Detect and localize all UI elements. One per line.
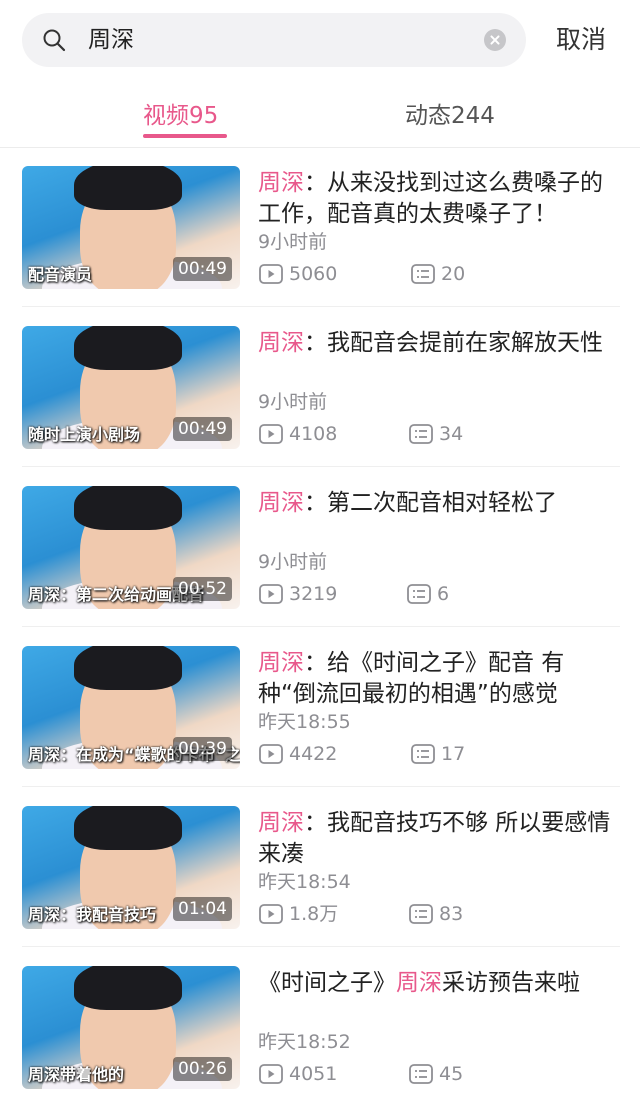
play-count: 4422 [289, 743, 338, 765]
video-duration: 00:26 [173, 1057, 232, 1081]
video-item[interactable]: 周深：在成为“蝶歌的卡布”之前 00:39 周深：给《时间之子》配音 有种“倒流回最… [0, 646, 640, 806]
thumbnail-figure [74, 966, 182, 1010]
thumbnail-caption: 配音演员 [28, 265, 93, 284]
play-icon [259, 264, 283, 284]
item-divider [22, 466, 620, 467]
title-highlight: 周深 [396, 970, 442, 996]
item-divider [22, 786, 620, 787]
play-count: 5060 [289, 263, 338, 285]
video-title[interactable]: 《时间之子》周深采访预告来啦 [258, 968, 618, 999]
comment-count: 20 [441, 263, 466, 285]
title-highlight: 周深 [258, 650, 304, 676]
play-icon [259, 744, 283, 764]
play-icon [259, 584, 283, 604]
comment-icon [407, 584, 431, 604]
video-title[interactable]: 周深：给《时间之子》配音 有种“倒流回最初的相遇”的感觉 [258, 648, 618, 710]
title-text: 采访预告来啦 [442, 970, 580, 996]
video-thumbnail[interactable]: 配音演员 00:49 [22, 166, 240, 289]
play-icon [259, 904, 283, 924]
play-count: 4108 [289, 423, 338, 445]
comment-count: 45 [439, 1063, 464, 1085]
play-icon [259, 424, 283, 444]
video-thumbnail[interactable]: 随时上演小剧场 00:49 [22, 326, 240, 449]
video-time: 昨天18:54 [258, 871, 351, 893]
thumbnail-caption: 周深：我配音技巧 [28, 905, 157, 924]
thumbnail-figure [74, 326, 182, 370]
video-duration: 00:39 [173, 737, 232, 761]
title-text: ：第二次配音相对轻松了 [304, 490, 557, 516]
video-time: 9小时前 [258, 231, 328, 253]
comment-icon [409, 424, 433, 444]
cancel-button[interactable]: 取消 [556, 24, 606, 56]
search-input[interactable]: 周深 [88, 26, 134, 54]
active-tab-indicator [143, 134, 227, 138]
video-item[interactable]: 周深：我配音技巧 01:04 周深：我配音技巧不够 所以要感情来凑 昨天18:54 1.… [0, 806, 640, 966]
video-title[interactable]: 周深：第二次配音相对轻松了 [258, 488, 618, 519]
video-time: 9小时前 [258, 551, 328, 573]
title-highlight: 周深 [258, 490, 304, 516]
video-thumbnail[interactable]: 周深：我配音技巧 01:04 [22, 806, 240, 929]
play-count: 3219 [289, 583, 338, 605]
video-thumbnail[interactable]: 周深：在成为“蝶歌的卡布”之前 00:39 [22, 646, 240, 769]
thumbnail-caption: 随时上演小剧场 [28, 425, 141, 444]
thumbnail-figure [74, 806, 182, 850]
title-text: 《时间之子》 [258, 970, 396, 996]
search-icon [43, 29, 66, 52]
item-divider [22, 946, 620, 947]
video-time: 9小时前 [258, 391, 328, 413]
title-text: ：从来没找到过这么费嗓子的工作，配音真的太费嗓子了！ [258, 170, 603, 227]
comment-icon [409, 904, 433, 924]
video-thumbnail[interactable]: 周深：第二次给动画配音 00:52 [22, 486, 240, 609]
video-duration: 00:52 [173, 577, 232, 601]
comment-count: 6 [437, 583, 450, 605]
video-title[interactable]: 周深：我配音会提前在家解放天性 [258, 328, 618, 359]
search-bar[interactable]: 周深 [22, 13, 526, 67]
play-icon [259, 1064, 283, 1084]
title-highlight: 周深 [258, 330, 304, 356]
video-item[interactable]: 周深：第二次给动画配音 00:52 周深：第二次配音相对轻松了 9小时前 3219 6 [0, 486, 640, 646]
video-time: 昨天18:52 [258, 1031, 351, 1053]
play-count: 1.8万 [289, 903, 339, 925]
tab-videos[interactable]: 视频95 [143, 100, 218, 132]
comment-count: 17 [441, 743, 466, 765]
video-item[interactable]: 配音演员 00:49 周深：从来没找到过这么费嗓子的工作，配音真的太费嗓子了！ 9小时… [0, 166, 640, 326]
video-item[interactable]: 随时上演小剧场 00:49 周深：我配音会提前在家解放天性 9小时前 4108 34 [0, 326, 640, 486]
video-time: 昨天18:55 [258, 711, 351, 733]
item-divider [22, 306, 620, 307]
thumbnail-figure [74, 486, 182, 530]
video-duration: 01:04 [173, 897, 232, 921]
title-highlight: 周深 [258, 810, 304, 836]
item-divider [22, 626, 620, 627]
video-item[interactable]: 周深带着他的 00:26 《时间之子》周深采访预告来啦昨天18:52 4051 45 [0, 966, 640, 1119]
comment-icon [411, 744, 435, 764]
video-duration: 00:49 [173, 417, 232, 441]
tab-moments[interactable]: 动态244 [405, 100, 495, 132]
video-title[interactable]: 周深：我配音技巧不够 所以要感情来凑 [258, 808, 618, 870]
header-divider [0, 147, 640, 148]
comment-icon [409, 1064, 433, 1084]
title-text: ：我配音会提前在家解放天性 [304, 330, 603, 356]
thumbnail-figure [74, 166, 182, 210]
comment-count: 34 [439, 423, 464, 445]
title-text: ：给《时间之子》配音 有种“倒流回最初的相遇”的感觉 [258, 650, 565, 707]
video-duration: 00:49 [173, 257, 232, 281]
thumbnail-caption: 周深带着他的 [28, 1065, 125, 1084]
play-count: 4051 [289, 1063, 338, 1085]
title-text: ：我配音技巧不够 所以要感情来凑 [258, 810, 611, 867]
video-title[interactable]: 周深：从来没找到过这么费嗓子的工作，配音真的太费嗓子了！ [258, 168, 618, 230]
clear-icon[interactable] [484, 29, 506, 51]
comment-icon [411, 264, 435, 284]
video-thumbnail[interactable]: 周深带着他的 00:26 [22, 966, 240, 1089]
title-highlight: 周深 [258, 170, 304, 196]
thumbnail-figure [74, 646, 182, 690]
comment-count: 83 [439, 903, 464, 925]
